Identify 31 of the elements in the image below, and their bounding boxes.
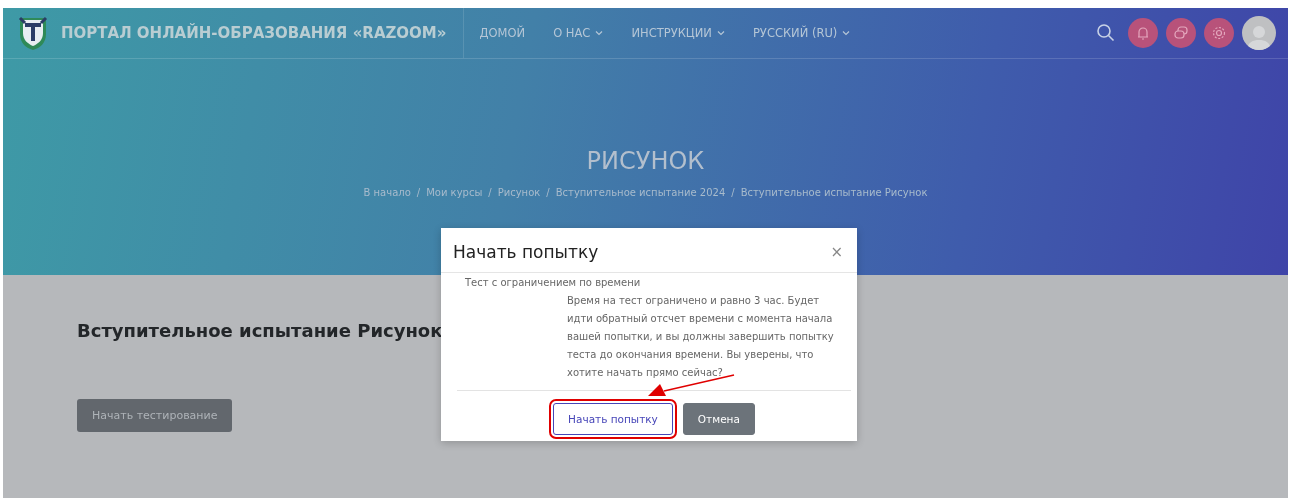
nav-link[interactable]: ДОМОЙ [479,26,526,40]
search-icon[interactable] [1096,23,1116,43]
nav-link[interactable]: О НАС [553,26,604,40]
notifications-button[interactable] [1128,18,1158,48]
breadcrumb-separator: / [731,187,735,198]
dialog-title: Начать попытку [453,242,599,262]
breadcrumb-link[interactable]: Вступительное испытание 2024 [555,187,726,198]
dialog-message: Время на тест ограничено и равно 3 час. Будет идти обратный отсчет времени с момента начала вашей попытки, и вы должны завершить попытку теста до окончания времени. Вы уверены, что хотите начать прямо сейчас? [567,294,835,380]
nav-link[interactable]: РУССКИЙ (RU) [752,26,851,40]
bell-icon [1135,25,1151,41]
breadcrumb-link[interactable]: Вступительное испытание Рисунок [740,187,928,198]
start-test-button[interactable]: Начать тестирование [77,399,233,432]
breadcrumb-separator: / [546,187,550,198]
settings-icon [1211,25,1227,41]
site-title[interactable]: ПОРТАЛ ОНЛАЙН-ОБРАЗОВАНИЯ «RAZOOM» [61,8,464,58]
settings-button[interactable] [1204,18,1234,48]
breadcrumb-link[interactable]: В начало [363,187,411,198]
chat-bubbles-icon [1173,25,1189,41]
messages-button[interactable] [1166,18,1196,48]
shield-logo-icon[interactable] [17,15,49,51]
quiz-heading: Вступительное испытание Рисунок [77,320,443,341]
page-title: РИСУНОК [586,147,705,175]
section-label: Тест с ограничением по времени [465,277,642,288]
cancel-button[interactable]: Отмена [682,403,755,435]
nav-link[interactable]: ИНСТРУКЦИИ [631,26,725,40]
breadcrumb-link[interactable]: Рисунок [497,187,541,198]
breadcrumb-separator: / [416,187,421,198]
breadcrumb-separator: / [488,187,492,198]
close-button[interactable]: × [828,243,845,261]
breadcrumb-link[interactable]: Мои курсы [426,187,483,198]
user-avatar[interactable] [1242,16,1276,50]
